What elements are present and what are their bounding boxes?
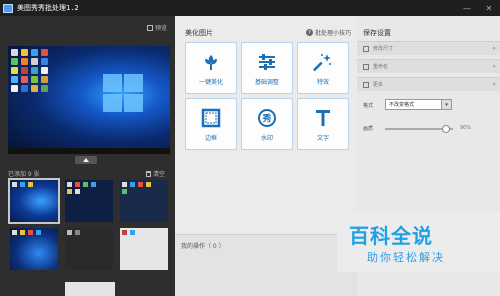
- added-count: 已添加 9 张: [8, 171, 40, 178]
- quality-slider-handle[interactable]: [442, 125, 451, 133]
- image-list-panel: 预览 已添加 9 张 清空: [0, 16, 175, 296]
- help-icon: ?: [305, 29, 313, 36]
- row-label: 重命名: [373, 64, 389, 70]
- tool-label: 特效: [316, 79, 329, 86]
- sliders-icon: [259, 54, 275, 70]
- chevron-up-icon: «: [492, 81, 496, 88]
- quality-value: 90%: [460, 125, 472, 131]
- thumbnail[interactable]: [120, 180, 168, 222]
- windows-logo: [103, 74, 145, 114]
- quality-label: 画质: [363, 126, 374, 132]
- window-controls: — ✕: [456, 0, 500, 16]
- resize-row[interactable]: 修改尺寸 »: [357, 41, 500, 55]
- trash-icon: [145, 170, 151, 177]
- save-settings-title: 保存设置: [363, 29, 391, 37]
- site-watermark: 百科全说 助你轻松解决: [337, 212, 500, 272]
- tool-label: 边框: [204, 135, 217, 142]
- watermark-title: 百科全说: [349, 224, 433, 248]
- clear-label: 清空: [152, 171, 165, 178]
- collapse-handle[interactable]: [75, 156, 97, 164]
- edit-panel: 美化图片 ? 批处理小技巧 一键美化 基础调整 特效 边框 秀 水印 文字 我的…: [175, 16, 357, 296]
- quality-slider[interactable]: [385, 125, 453, 133]
- flower-icon: [205, 55, 217, 70]
- preview-label: 预览: [154, 25, 167, 32]
- app-title: 美图秀秀批处理1.2: [17, 4, 79, 12]
- preview-bar: 预览: [0, 16, 175, 40]
- thumbnail[interactable]: [8, 178, 60, 224]
- main-preview-image: [8, 46, 170, 154]
- app-icon: [3, 3, 13, 13]
- tool-label: 文字: [316, 135, 329, 142]
- added-bar: 已添加 9 张 清空: [0, 166, 175, 180]
- preview-button[interactable]: 预览: [146, 23, 167, 32]
- desktop-icons: [11, 49, 51, 92]
- clear-button[interactable]: 清空: [145, 169, 165, 178]
- tool-label: 一键美化: [198, 79, 223, 86]
- chevron-down-icon: »: [492, 63, 496, 70]
- thumbnail[interactable]: [65, 228, 113, 270]
- auto-beautify-button[interactable]: 一键美化: [185, 42, 237, 94]
- tips-link[interactable]: ? 批处理小技巧: [305, 28, 351, 37]
- chevron-down-icon: »: [492, 45, 496, 52]
- rename-row[interactable]: 重命名 »: [357, 59, 500, 73]
- basic-adjust-button[interactable]: 基础调整: [241, 42, 293, 94]
- title-bar: 美图秀秀批处理1.2 — ✕: [0, 0, 500, 16]
- resize-icon: [363, 45, 369, 52]
- section-title: 美化图片: [185, 29, 213, 37]
- format-select[interactable]: 不改变格式 ▾: [385, 99, 452, 110]
- border-button[interactable]: 边框: [185, 98, 237, 150]
- tool-label: 基础调整: [254, 79, 279, 86]
- more-row[interactable]: 更多 «: [357, 77, 500, 91]
- row-label: 更多: [373, 82, 384, 88]
- operations-label: 我的操作（ 0 ）: [181, 243, 225, 250]
- preview-icon: [146, 24, 153, 31]
- dropdown-arrow-icon: ▾: [441, 100, 451, 109]
- magic-wand-icon: [313, 54, 331, 72]
- format-label: 格式: [363, 103, 374, 109]
- watermark-icon: 秀: [258, 109, 276, 127]
- thumbnail[interactable]: [10, 228, 58, 270]
- watermark-subtitle: 助你轻松解决: [367, 251, 445, 264]
- taskbar: [8, 148, 170, 154]
- thumbnail[interactable]: [120, 228, 168, 270]
- thumbnail[interactable]: [65, 180, 113, 222]
- chevron-up-icon: [83, 158, 89, 162]
- text-icon: [316, 110, 330, 126]
- frame-icon: [201, 108, 221, 128]
- tips-label: 批处理小技巧: [314, 30, 351, 37]
- operations-bar: 我的操作（ 0 ）: [175, 234, 357, 296]
- svg-text:秀: 秀: [261, 113, 271, 125]
- minimize-button[interactable]: —: [456, 0, 478, 16]
- format-value: 不改变格式: [389, 102, 415, 108]
- thumbnail-partial[interactable]: [65, 282, 115, 296]
- app-window: 美图秀秀批处理1.2 — ✕ 预览 已添加 9 张 清空 美化图片 ? 批处理小…: [0, 0, 500, 296]
- rename-icon: [363, 63, 369, 70]
- row-label: 修改尺寸: [373, 46, 394, 52]
- watermark-button[interactable]: 秀 水印: [241, 98, 293, 150]
- text-button[interactable]: 文字: [297, 98, 349, 150]
- close-button[interactable]: ✕: [478, 0, 500, 16]
- more-icon: [363, 81, 369, 88]
- effects-button[interactable]: 特效: [297, 42, 349, 94]
- tool-label: 水印: [260, 135, 273, 142]
